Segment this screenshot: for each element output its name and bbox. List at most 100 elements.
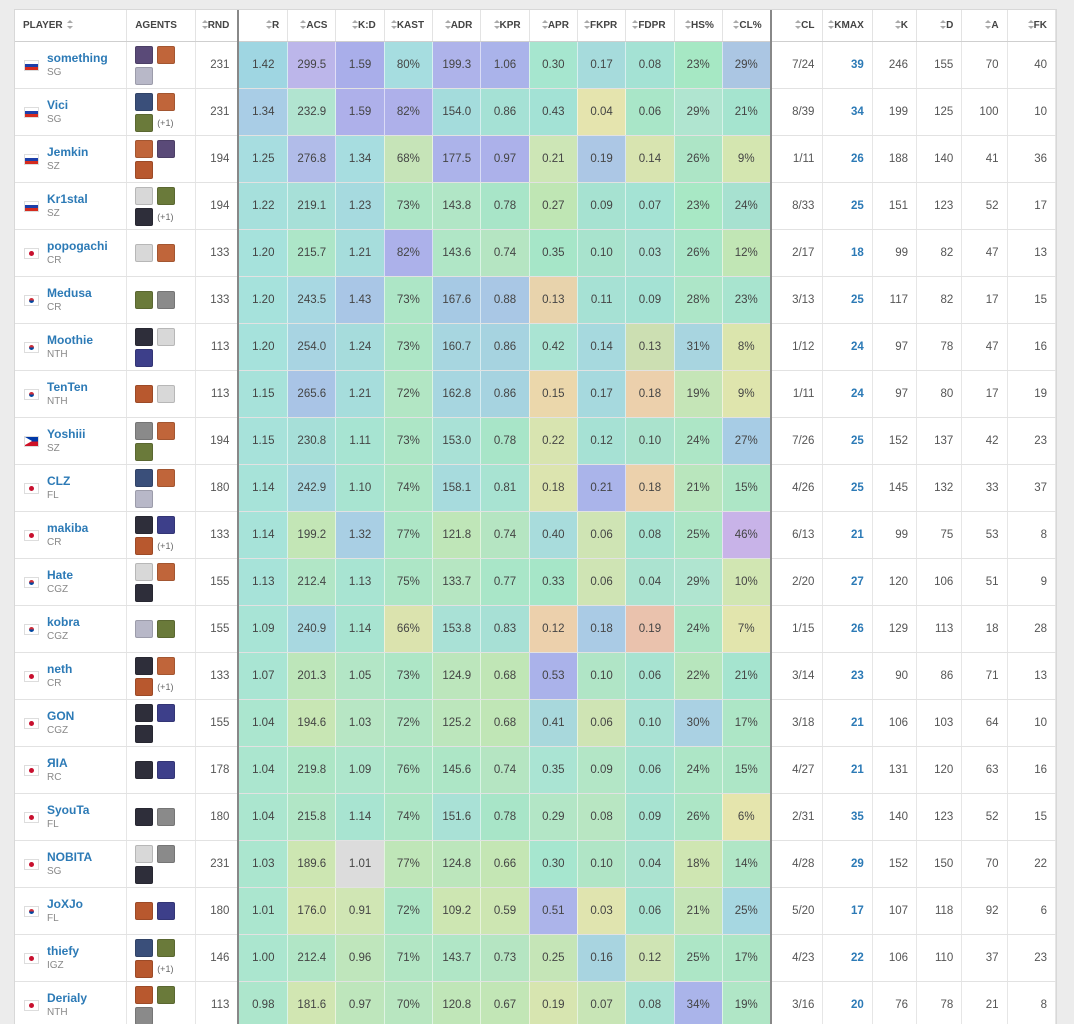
- player-name-link[interactable]: Derialy: [47, 991, 87, 1006]
- stat-cell-clp: 23%: [722, 276, 772, 324]
- player-cell: TenTen NTH: [15, 370, 128, 418]
- stat-cell-hs: 24%: [674, 746, 723, 794]
- player-name-link[interactable]: Vici: [47, 98, 68, 113]
- player-team: CR: [47, 302, 62, 313]
- stat-cell-fkpr: 0.09: [577, 182, 627, 230]
- column-header-kmax[interactable]: KMAX: [822, 10, 873, 42]
- stat-cell-acs: 215.7: [287, 229, 337, 277]
- stat-cell-kast: 73%: [384, 652, 434, 700]
- column-header-k[interactable]: K: [872, 10, 918, 42]
- player-team: FL: [47, 490, 59, 501]
- player-name-link[interactable]: kobra: [47, 615, 80, 630]
- stat-cell-clp: 10%: [722, 558, 772, 606]
- stat-cell-clp: 15%: [722, 464, 772, 512]
- stat-cell-fkpr: 0.19: [577, 135, 627, 183]
- column-header-player[interactable]: PLAYER: [15, 10, 128, 42]
- stat-cell-fk: 15: [1007, 276, 1056, 324]
- stat-cell-hs: 30%: [674, 699, 723, 747]
- stat-cell-kast: 71%: [384, 934, 434, 982]
- stat-cell-fdpr: 0.06: [625, 746, 675, 794]
- column-header-agents[interactable]: AGENTS: [126, 10, 196, 42]
- stat-cell-r: 1.04: [237, 699, 289, 747]
- stat-cell-d: 110: [916, 934, 963, 982]
- stat-cell-kpr: 0.59: [480, 887, 530, 935]
- player-name-link[interactable]: popogachi: [47, 239, 108, 254]
- stat-cell-a: 51: [961, 558, 1008, 606]
- column-header-k-d[interactable]: K:D: [335, 10, 385, 42]
- player-name-link[interactable]: TenTen: [47, 380, 88, 395]
- player-name-link[interactable]: JoXJo: [47, 897, 83, 912]
- player-name-link[interactable]: Yoshiii: [47, 427, 85, 442]
- stat-cell-fdpr: 0.12: [625, 934, 675, 982]
- column-header-fk[interactable]: FK: [1007, 10, 1056, 42]
- player-team: SZ: [47, 443, 60, 454]
- player-cell: something SG: [15, 41, 128, 89]
- column-header-fdpr[interactable]: FDPR: [625, 10, 675, 42]
- stat-cell-acs: 219.1: [287, 182, 337, 230]
- stat-cell-cl: 4/26: [770, 464, 824, 512]
- stat-cell-fkpr: 0.12: [577, 417, 627, 465]
- stat-cell-kast: 76%: [384, 746, 434, 794]
- player-name-link[interactable]: NOBITA: [47, 850, 92, 865]
- stat-cell-kmax: 25: [822, 182, 873, 230]
- stat-cell-apr: 0.25: [529, 934, 578, 982]
- player-name-link[interactable]: Medusa: [47, 286, 92, 301]
- column-header-a[interactable]: A: [961, 10, 1008, 42]
- player-name-link[interactable]: SyouTa: [47, 803, 89, 818]
- player-name-link[interactable]: Hate: [47, 568, 73, 583]
- column-header-kast[interactable]: KAST: [384, 10, 434, 42]
- column-header-label: D: [946, 20, 954, 31]
- column-header-label: KMAX: [834, 20, 864, 31]
- stat-cell-apr: 0.12: [529, 605, 578, 653]
- player-name-link[interactable]: Jemkin: [47, 145, 88, 160]
- table-row: popogachi CR 133 1.20 215.7 1.21 82% 143.6 0.74 0…: [15, 229, 1056, 277]
- column-header-hs-[interactable]: HS%: [674, 10, 723, 42]
- stat-cell-a: 71: [961, 652, 1008, 700]
- stat-cell-k: 140: [872, 793, 918, 841]
- column-header-rnd[interactable]: RND: [195, 10, 239, 42]
- player-name-link[interactable]: Moothie: [47, 333, 93, 348]
- agent-portrait-icon: [135, 808, 154, 826]
- column-header-fkpr[interactable]: FKPR: [577, 10, 627, 42]
- stat-cell-fk: 16: [1007, 746, 1056, 794]
- player-name-link[interactable]: thiefy: [47, 944, 79, 959]
- stat-cell-r: 1.09: [237, 605, 289, 653]
- player-name-link[interactable]: neth: [47, 662, 72, 677]
- player-team: CGZ: [47, 631, 69, 642]
- stat-cell-apr: 0.30: [529, 840, 578, 888]
- stat-cell-a: 52: [961, 793, 1008, 841]
- stat-cell-kpr: 0.88: [480, 276, 530, 324]
- agent-portrait-icon: [157, 902, 176, 920]
- player-name-link[interactable]: something: [47, 51, 108, 66]
- stat-cell-kpr: 0.68: [480, 699, 530, 747]
- player-cell: kobra CGZ: [15, 605, 128, 653]
- player-team: NTH: [47, 349, 68, 360]
- column-header-cl[interactable]: CL: [770, 10, 824, 42]
- column-header-cl-[interactable]: CL%: [722, 10, 772, 42]
- column-header-d[interactable]: D: [916, 10, 963, 42]
- agent-portrait-icon: [135, 844, 154, 863]
- player-name-link[interactable]: Kr1stal: [47, 192, 88, 207]
- player-name-link[interactable]: GON: [47, 709, 74, 724]
- agent-portrait-icon: [135, 385, 154, 403]
- player-name-link[interactable]: ЯIA: [47, 756, 68, 771]
- column-header-kpr[interactable]: KPR: [480, 10, 530, 42]
- stat-cell-kpr: 0.78: [480, 182, 530, 230]
- player-name-link[interactable]: CLZ: [47, 474, 70, 489]
- agents-cell: (+1): [126, 652, 196, 700]
- country-flag-icon: [25, 718, 38, 728]
- stat-cell-kd: 1.09: [335, 746, 385, 794]
- table-row: something SG 231 1.42 299.5 1.59 80% 199.3 1.06 0…: [15, 41, 1056, 89]
- agent-portrait-icon: [135, 865, 154, 884]
- column-header-adr[interactable]: ADR: [432, 10, 482, 42]
- column-header-r[interactable]: R: [237, 10, 289, 42]
- agent-portrait-icon: [135, 207, 154, 226]
- player-name-link[interactable]: makiba: [47, 521, 88, 536]
- agents-cell: [126, 605, 196, 653]
- stat-cell-a: 17: [961, 370, 1008, 418]
- column-header-apr[interactable]: APR: [529, 10, 578, 42]
- country-flag-icon: [25, 483, 38, 493]
- column-header-acs[interactable]: ACS: [287, 10, 337, 42]
- stat-cell-kast: 72%: [384, 699, 434, 747]
- rounds-cell: 180: [195, 464, 239, 512]
